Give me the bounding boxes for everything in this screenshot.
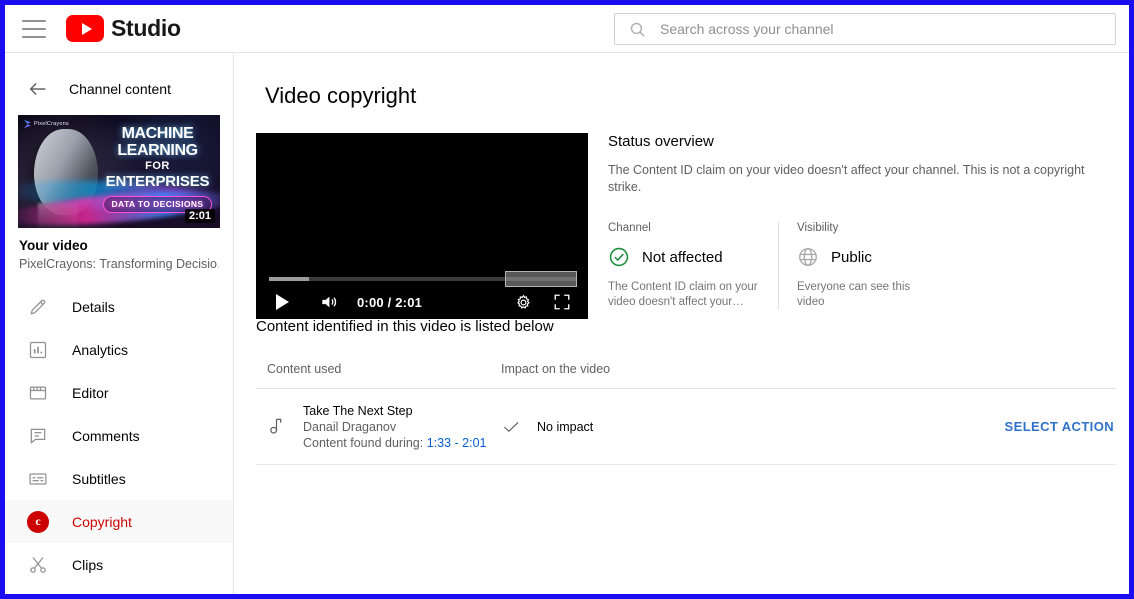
sidebar-item-clips[interactable]: Clips <box>5 543 233 586</box>
sidebar-item-editor[interactable]: Editor <box>5 371 233 414</box>
status-card-value: Not affected <box>642 249 723 266</box>
status-card-value-row: Public <box>797 246 934 268</box>
column-header-impact: Impact on the video <box>501 362 1116 376</box>
brand-text: Studio <box>111 15 181 42</box>
pencil-icon <box>26 295 50 319</box>
pixelcrayons-logo-icon <box>24 120 31 128</box>
play-icon[interactable] <box>273 293 291 311</box>
sidebar-item-label: Clips <box>72 557 103 573</box>
app-root: Studio Channel conte <box>5 5 1129 594</box>
content-used-details: Take The Next Step Danail Draganov Conte… <box>303 403 486 451</box>
thumbnail-text-block: MACHINE LEARNING FOR ENTERPRISES DATA TO… <box>100 125 215 213</box>
main-content: Video copyright 0:00 / 2: <box>234 53 1129 594</box>
status-overview-title: Status overview <box>608 133 1108 150</box>
top-bar: Studio <box>5 5 1129 53</box>
sidebar-nav: Details Analytics <box>5 285 233 586</box>
back-label: Channel content <box>69 81 171 97</box>
subtitles-icon <box>26 467 50 491</box>
back-arrow-icon <box>27 78 49 100</box>
analytics-icon <box>26 338 50 362</box>
thumbnail-duration: 2:01 <box>185 209 215 223</box>
copyright-badge: c <box>27 511 49 533</box>
comment-icon <box>26 424 50 448</box>
sidebar-item-label: Editor <box>72 385 109 401</box>
your-video-label: Your video <box>19 238 219 253</box>
copyright-icon: c <box>26 510 50 534</box>
sidebar-item-label: Details <box>72 299 115 315</box>
editor-icon <box>26 381 50 405</box>
sidebar-item-comments[interactable]: Comments <box>5 414 233 457</box>
fullscreen-icon[interactable] <box>553 293 571 311</box>
check-circle-icon <box>608 246 630 268</box>
thumbnail-line2: FOR <box>100 159 215 173</box>
sidebar-item-subtitles[interactable]: Subtitles <box>5 457 233 500</box>
content-artist: Danail Draganov <box>303 419 486 435</box>
sidebar-item-analytics[interactable]: Analytics <box>5 328 233 371</box>
status-card-visibility: Visibility Public Everyone can s <box>778 222 948 310</box>
volume-icon[interactable] <box>318 292 340 312</box>
video-thumbnail[interactable]: PixelCrayons MACHINE LEARNING FOR ENTERP… <box>18 115 220 228</box>
studio-logo[interactable]: Studio <box>66 15 181 42</box>
status-card-value: Public <box>831 249 872 266</box>
sidebar-item-details[interactable]: Details <box>5 285 233 328</box>
sidebar-item-label: Comments <box>72 428 140 444</box>
content-title: Take The Next Step <box>303 403 486 419</box>
page-title: Video copyright <box>265 83 416 109</box>
sidebar: Channel content PixelCrayons MACHINE LEA… <box>5 53 234 594</box>
search-container <box>614 13 1116 45</box>
cell-action: SELECT ACTION <box>926 418 1116 436</box>
player-controls: 0:00 / 2:01 <box>256 285 588 319</box>
sidebar-item-label: Analytics <box>72 342 128 358</box>
progress-bar[interactable] <box>269 277 577 281</box>
player-time: 0:00 / 2:01 <box>357 295 422 310</box>
status-card-note: The Content ID claim on your video doesn… <box>608 280 764 310</box>
content-table-section: Content identified in this video is list… <box>256 318 1116 465</box>
search-box[interactable] <box>614 13 1116 45</box>
table-header: Content used Impact on the video <box>256 362 1116 389</box>
thumbnail-brand-label: PixelCrayons <box>34 121 69 127</box>
status-card-channel: Channel Not affected The Content ID clai… <box>608 222 778 310</box>
status-card-label: Channel <box>608 222 764 234</box>
content-found-during: Content found during: 1:33 - 2:01 <box>303 435 486 451</box>
sidebar-video-meta: Your video PixelCrayons: Transforming De… <box>5 228 233 271</box>
sidebar-video-title: PixelCrayons: Transforming Decisio… <box>19 257 219 271</box>
content-found-label: Content found during: <box>303 436 427 450</box>
thumbnail-line1: MACHINE LEARNING <box>100 125 215 159</box>
column-header-content-used: Content used <box>256 362 501 376</box>
youtube-logo-icon <box>66 15 104 42</box>
thumbnail-brand: PixelCrayons <box>24 120 69 128</box>
progress-buffer <box>269 277 309 281</box>
search-icon <box>629 21 646 38</box>
status-overview-description: The Content ID claim on your video doesn… <box>608 162 1108 196</box>
back-to-channel-content[interactable]: Channel content <box>5 67 233 111</box>
table-row: Take The Next Step Danail Draganov Conte… <box>256 389 1116 465</box>
globe-icon <box>797 246 819 268</box>
gear-icon[interactable] <box>513 292 533 312</box>
content-table-heading: Content identified in this video is list… <box>256 318 1116 335</box>
select-action-button[interactable]: SELECT ACTION <box>1005 419 1114 434</box>
hamburger-icon[interactable] <box>22 20 46 38</box>
status-cards: Channel Not affected The Content ID clai… <box>608 222 1108 310</box>
status-card-label: Visibility <box>797 222 934 234</box>
check-icon <box>501 417 521 437</box>
sidebar-item-label: Copyright <box>72 514 132 530</box>
status-card-value-row: Not affected <box>608 246 764 268</box>
scissors-icon <box>26 553 50 577</box>
sidebar-item-copyright[interactable]: c Copyright <box>5 500 233 543</box>
music-note-icon <box>267 415 289 439</box>
sidebar-item-label: Subtitles <box>72 471 126 487</box>
cell-content-used: Take The Next Step Danail Draganov Conte… <box>256 403 501 451</box>
status-card-note: Everyone can see this video <box>797 280 934 310</box>
content-found-range[interactable]: 1:33 - 2:01 <box>427 436 487 450</box>
search-input[interactable] <box>660 21 1090 37</box>
impact-text: No impact <box>537 420 593 434</box>
thumbnail-line3: ENTERPRISES <box>100 173 215 190</box>
video-player[interactable]: 0:00 / 2:01 <box>256 133 588 319</box>
browser-window-frame: Studio Channel conte <box>0 0 1134 599</box>
status-overview: Status overview The Content ID claim on … <box>608 133 1108 310</box>
cell-impact: No impact <box>501 417 926 437</box>
